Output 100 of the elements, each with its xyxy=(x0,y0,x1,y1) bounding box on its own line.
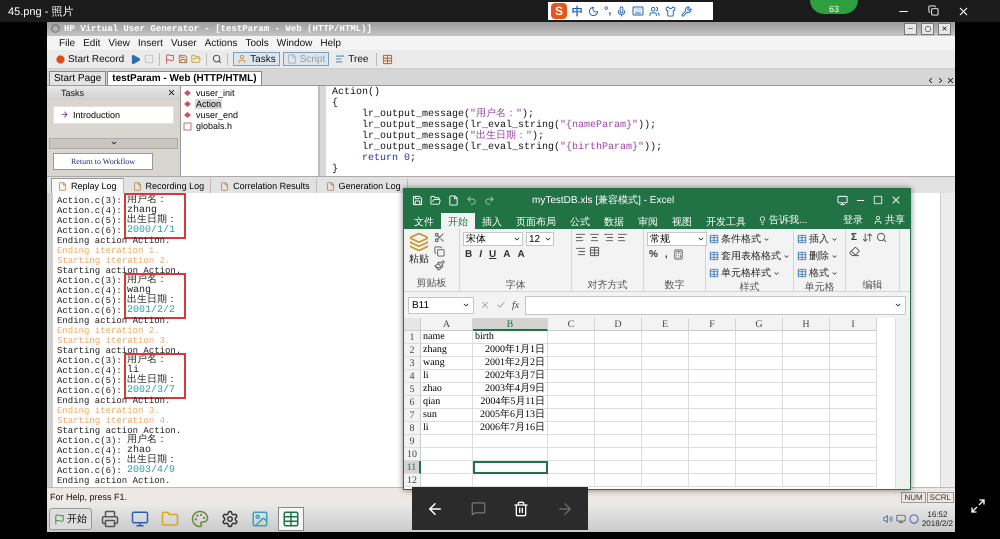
row-header[interactable]: 3 xyxy=(404,357,421,370)
format-button[interactable]: , xyxy=(662,249,670,260)
table-cell[interactable] xyxy=(689,474,736,487)
table-cell[interactable] xyxy=(548,422,595,435)
close-icon[interactable] xyxy=(957,4,970,18)
table-cell[interactable] xyxy=(736,383,783,396)
table-cell[interactable] xyxy=(595,383,642,396)
format-button[interactable]: % xyxy=(647,249,660,260)
punctuation-mode[interactable]: °, xyxy=(604,5,612,17)
ribbon-tab[interactable]: 文件 xyxy=(407,213,441,229)
row-header[interactable]: 10 xyxy=(404,448,421,461)
tell-me-field[interactable]: 告诉我... xyxy=(753,213,812,229)
table-cell[interactable] xyxy=(642,448,689,461)
task-link[interactable]: Introduction xyxy=(53,106,174,124)
table-cell[interactable] xyxy=(736,344,783,357)
table-cell[interactable] xyxy=(595,357,642,370)
collapse-bar[interactable] xyxy=(49,138,178,149)
table-cell[interactable] xyxy=(548,383,595,396)
undo-icon[interactable] xyxy=(466,194,477,206)
table-cell[interactable] xyxy=(642,331,689,344)
restore-icon[interactable] xyxy=(928,4,939,16)
row-header[interactable]: 8 xyxy=(404,422,421,435)
menu-item[interactable]: View xyxy=(104,38,134,49)
table-cell[interactable] xyxy=(830,357,877,370)
row-header[interactable]: 6 xyxy=(404,396,421,409)
return-button[interactable]: Return to Workflow xyxy=(53,152,153,170)
table-cell[interactable] xyxy=(595,435,642,448)
table-cell[interactable]: birth xyxy=(473,331,548,344)
spreadsheet-app-button[interactable] xyxy=(278,507,304,531)
table-cell[interactable] xyxy=(830,461,877,474)
table-cell[interactable] xyxy=(830,370,877,383)
ribbon-tab[interactable]: 数据 xyxy=(597,213,631,229)
table-cell[interactable] xyxy=(830,344,877,357)
table-cell[interactable] xyxy=(473,435,548,448)
table-cell[interactable]: qian xyxy=(421,396,473,409)
menu-item[interactable]: Actions xyxy=(200,38,242,49)
table-cell[interactable]: wang xyxy=(421,357,473,370)
table-cell[interactable] xyxy=(736,435,783,448)
table-cell[interactable] xyxy=(595,461,642,474)
ribbon-tab[interactable]: 开发工具 xyxy=(699,213,753,229)
ribbon-tab[interactable]: 公式 xyxy=(563,213,597,229)
column-header[interactable]: C xyxy=(548,318,595,331)
table-cell[interactable] xyxy=(783,344,830,357)
scrollbar[interactable] xyxy=(940,193,955,488)
toolbar-button[interactable]: Tree xyxy=(332,52,372,66)
shirt-icon[interactable] xyxy=(665,6,676,16)
table-cell[interactable] xyxy=(736,474,783,487)
table-cell[interactable] xyxy=(736,331,783,344)
table-cell[interactable] xyxy=(689,448,736,461)
flag-icon[interactable] xyxy=(165,54,176,64)
ribbon-tab[interactable]: 开始 xyxy=(441,213,475,229)
table-cell[interactable]: 2000年1月1日 xyxy=(473,344,548,357)
table-cell[interactable] xyxy=(595,422,642,435)
table-cell[interactable]: zhao xyxy=(421,383,473,396)
format-button[interactable]: Σ xyxy=(849,232,860,243)
table-cell[interactable] xyxy=(783,422,830,435)
table-cell[interactable] xyxy=(689,344,736,357)
table-cell[interactable] xyxy=(783,409,830,422)
dropdown-field[interactable]: 12 xyxy=(526,232,554,246)
table-cell[interactable] xyxy=(830,383,877,396)
column-header[interactable]: G xyxy=(736,318,783,331)
redo-icon[interactable] xyxy=(484,194,495,206)
tree-item[interactable]: Action xyxy=(195,99,222,110)
menu-item[interactable]: Edit xyxy=(79,38,104,49)
table-cell[interactable]: li xyxy=(421,422,473,435)
column-header[interactable]: E xyxy=(642,318,689,331)
table-cell[interactable] xyxy=(595,474,642,487)
select-all-corner[interactable] xyxy=(404,318,421,331)
table-cell[interactable] xyxy=(736,448,783,461)
table-cell[interactable] xyxy=(642,474,689,487)
dropdown-field[interactable]: 宋体 xyxy=(463,232,523,246)
row-header[interactable]: 4 xyxy=(404,370,421,383)
table-cell[interactable]: li xyxy=(421,370,473,383)
name-box[interactable]: B11 xyxy=(408,296,474,314)
minimize-button[interactable] xyxy=(904,22,917,35)
table-cell[interactable] xyxy=(736,409,783,422)
table-cell[interactable] xyxy=(689,370,736,383)
table-cell[interactable] xyxy=(548,370,595,383)
table-cell[interactable] xyxy=(642,461,689,474)
table-cell[interactable] xyxy=(830,396,877,409)
menu-item[interactable]: Vuser xyxy=(166,38,201,49)
ribbon-tab[interactable]: 视图 xyxy=(665,213,699,229)
table-cell[interactable] xyxy=(736,370,783,383)
table-cell[interactable] xyxy=(548,461,595,474)
log-tab[interactable]: Replay Log xyxy=(51,178,124,194)
table-cell[interactable] xyxy=(736,461,783,474)
eraser-icon[interactable] xyxy=(849,246,860,257)
copy-icon[interactable] xyxy=(434,246,445,257)
ribbon-tab[interactable]: 页面布局 xyxy=(509,213,563,229)
document-tab[interactable]: testParam - Web (HTTP/HTML) xyxy=(107,70,262,85)
start-button[interactable]: 开始 xyxy=(49,508,92,530)
tree-item[interactable]: vuser_init xyxy=(195,88,236,98)
fullscreen-icon[interactable] xyxy=(970,498,986,514)
table-cell[interactable] xyxy=(783,435,830,448)
layout-icon[interactable] xyxy=(382,54,394,65)
table-cell[interactable] xyxy=(830,409,877,422)
new-file-icon[interactable] xyxy=(448,194,459,206)
table-cell[interactable] xyxy=(642,409,689,422)
row-header[interactable]: 7 xyxy=(404,409,421,422)
column-header[interactable]: D xyxy=(595,318,642,331)
